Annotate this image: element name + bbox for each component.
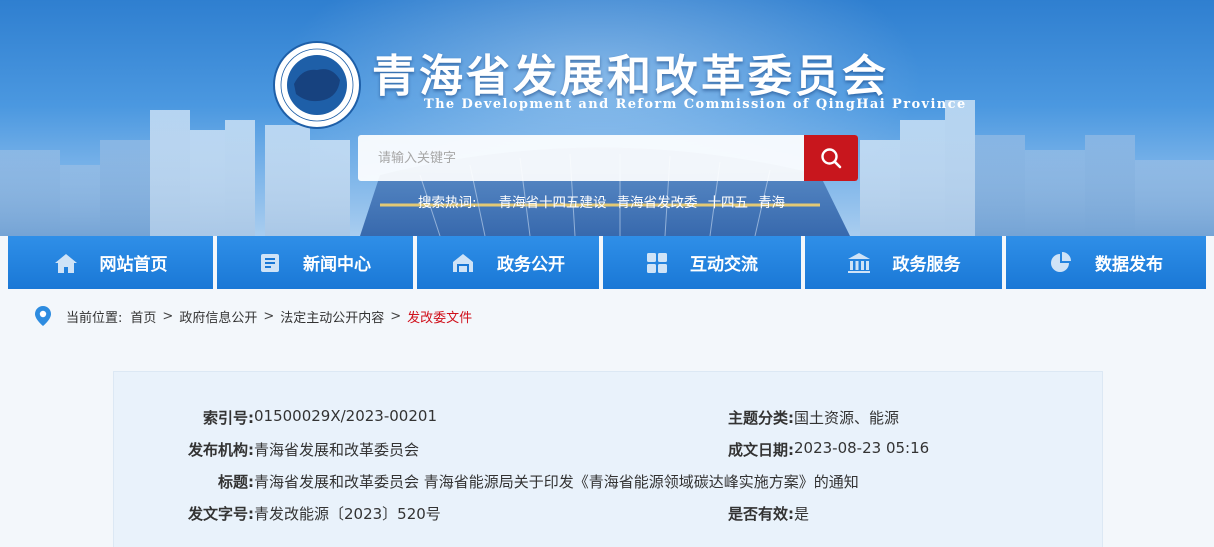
location-pin-icon: [35, 306, 51, 326]
building-icon: [847, 252, 870, 273]
nav-item-label: 政务公开: [497, 255, 565, 275]
nav-item-interaction[interactable]: 互动交流: [603, 236, 801, 289]
site-subtitle: The Development and Reform Commission of…: [424, 97, 967, 112]
breadcrumb-legal-content[interactable]: 法定主动公开内容: [280, 307, 384, 326]
info-title-value: 青海省发展和改革委员会 青海省能源局关于印发《青海省能源领域碳达峰实施方案》的通…: [254, 473, 859, 491]
nav-item-label: 互动交流: [690, 255, 758, 275]
info-date-row: 成文日期: 2023-08-23 05:16: [714, 439, 929, 460]
nav-item-data[interactable]: 数据发布: [1006, 236, 1206, 289]
nav-item-label: 数据发布: [1095, 255, 1163, 275]
info-title-label: 标题:: [218, 473, 254, 491]
header-banner: 青海省发展和改革委员会 The Development and Reform C…: [0, 0, 1214, 236]
info-index-row: 索引号: 01500029X/2023-00201: [174, 407, 437, 428]
hotwords: 搜索热词: 青海省十四五建设 青海省发改委 十四五 青海: [418, 191, 785, 211]
info-publisher-value: 青海省发展和改革委员会: [254, 441, 420, 459]
breadcrumb: 当前位置: 首页 > 政府信息公开 > 法定主动公开内容 > 发改委文件: [34, 305, 472, 327]
hotwords-label: 搜索热词:: [418, 195, 477, 211]
breadcrumb-home[interactable]: 首页: [130, 307, 156, 326]
hotword-link[interactable]: 青海省发改委: [617, 191, 698, 211]
nav-item-home[interactable]: 网站首页: [8, 236, 213, 289]
pie-chart-icon: [1051, 251, 1071, 272]
news-icon: [261, 253, 279, 272]
info-topic-row: 主题分类: 国土资源、能源: [714, 407, 899, 428]
search-button[interactable]: [804, 135, 858, 181]
breadcrumb-label: 当前位置:: [66, 310, 123, 326]
info-valid-value: 是: [794, 505, 810, 523]
info-title-row: 标题: 青海省发展和改革委员会 青海省能源局关于印发《青海省能源领域碳达峰实施方…: [174, 471, 859, 492]
grid-icon: [647, 252, 667, 273]
info-valid-row: 是否有效: 是: [714, 503, 809, 524]
hotword-link[interactable]: 青海省十四五建设: [499, 191, 607, 211]
info-publisher-label: 发布机构:: [188, 441, 254, 459]
nav-item-news[interactable]: 新闻中心: [217, 236, 413, 289]
nav-item-label: 网站首页: [99, 255, 168, 275]
search-box: [358, 135, 858, 181]
content-area: 当前位置: 首页 > 政府信息公开 > 法定主动公开内容 > 发改委文件 索引号…: [0, 289, 1214, 547]
hotword-link[interactable]: 青海: [758, 191, 785, 211]
nav-item-label: 新闻中心: [303, 255, 371, 275]
breadcrumb-gov-info[interactable]: 政府信息公开: [179, 307, 257, 326]
info-docno-row: 发文字号: 青发改能源〔2023〕520号: [174, 503, 441, 524]
nav-item-open-gov[interactable]: 政务公开: [417, 236, 599, 289]
breadcrumb-current[interactable]: 发改委文件: [407, 307, 472, 326]
search-icon: [821, 148, 842, 169]
document-info-panel: 索引号: 01500029X/2023-00201 主题分类: 国土资源、能源 …: [113, 371, 1103, 547]
nav-item-services[interactable]: 政务服务: [805, 236, 1002, 289]
emblem-icon: [273, 41, 361, 129]
info-valid-label: 是否有效:: [728, 505, 794, 523]
nav-item-label: 政务服务: [892, 255, 961, 275]
home-icon: [54, 253, 77, 273]
main-nav: 网站首页 新闻中心 政务公开 互动交流 政务服务 数据发布: [8, 236, 1206, 289]
info-docno-label: 发文字号:: [188, 505, 254, 523]
info-topic-label: 主题分类:: [728, 409, 794, 427]
info-index-value: 01500029X/2023-00201: [254, 407, 437, 425]
open-gov-icon: [453, 253, 473, 272]
info-date-value: 2023-08-23 05:16: [794, 439, 930, 457]
info-date-label: 成文日期:: [728, 441, 794, 459]
hotword-link[interactable]: 十四五: [708, 191, 749, 211]
site-title: 青海省发展和改革委员会: [372, 51, 889, 102]
info-topic-value: 国土资源、能源: [794, 409, 900, 427]
info-publisher-row: 发布机构: 青海省发展和改革委员会: [174, 439, 419, 460]
breadcrumb-separator: >: [390, 308, 402, 324]
breadcrumb-separator: >: [263, 308, 275, 324]
info-index-label: 索引号:: [203, 409, 254, 427]
info-docno-value: 青发改能源〔2023〕520号: [254, 505, 441, 523]
breadcrumb-separator: >: [162, 308, 174, 324]
search-input[interactable]: [358, 135, 804, 181]
